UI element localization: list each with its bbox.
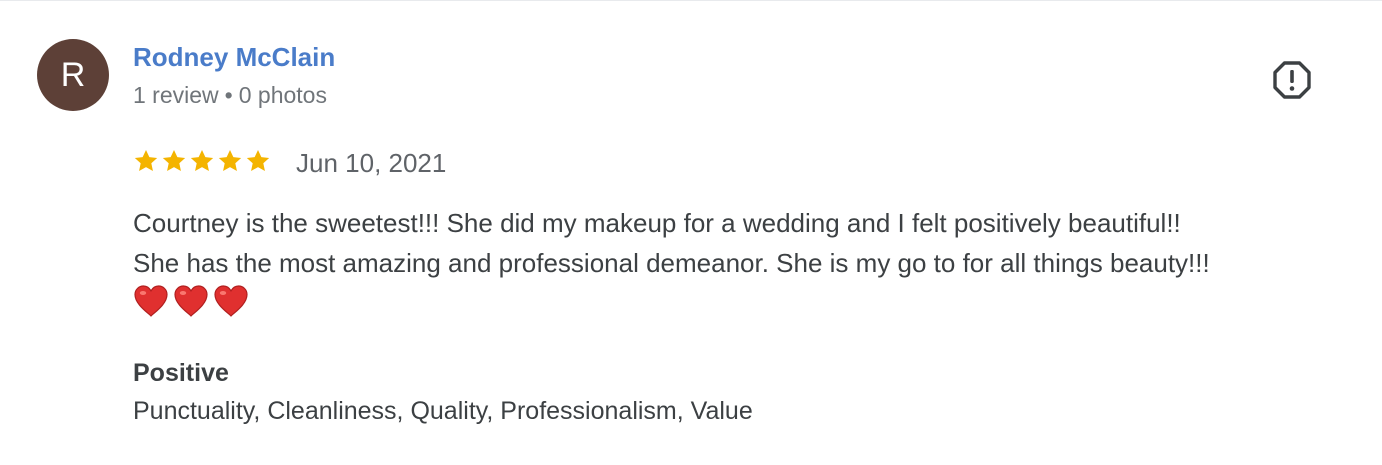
star-rating bbox=[133, 148, 271, 174]
red-heart-icon bbox=[134, 285, 168, 317]
red-heart-icon bbox=[214, 285, 248, 317]
positive-heading: Positive bbox=[133, 359, 229, 387]
avatar[interactable]: R bbox=[37, 39, 109, 111]
star-icon bbox=[246, 149, 270, 171]
review-text-line: She has the most amazing and professiona… bbox=[133, 248, 1210, 278]
reviewer-meta: 1 review • 0 photos bbox=[133, 82, 327, 109]
heart-emojis bbox=[133, 284, 249, 318]
report-icon[interactable] bbox=[1272, 60, 1312, 100]
review-text-line: Courtney is the sweetest!!! She did my m… bbox=[133, 208, 1181, 238]
reviewer-name[interactable]: Rodney McClain bbox=[133, 42, 335, 73]
review-date: Jun 10, 2021 bbox=[296, 148, 447, 178]
photo-count: 0 photos bbox=[238, 82, 327, 108]
review-count: 1 review bbox=[133, 82, 219, 108]
red-heart-icon bbox=[174, 285, 208, 317]
star-icon bbox=[218, 149, 242, 171]
star-icon bbox=[190, 149, 214, 171]
meta-separator: • bbox=[224, 82, 233, 108]
top-divider bbox=[0, 0, 1382, 1]
star-icon bbox=[134, 149, 158, 171]
review-text: Courtney is the sweetest!!! She did my m… bbox=[133, 203, 1353, 283]
star-icon bbox=[162, 149, 186, 171]
positive-attributes: Punctuality, Cleanliness, Quality, Profe… bbox=[133, 397, 753, 425]
